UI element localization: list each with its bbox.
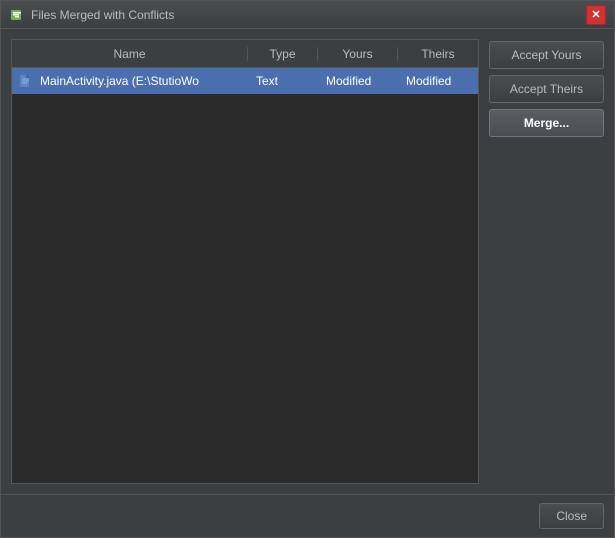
row-theirs: Modified (398, 74, 478, 88)
footer: Close (1, 494, 614, 537)
file-icon (16, 74, 36, 88)
col-header-yours: Yours (318, 47, 398, 61)
window-icon (9, 7, 25, 23)
titlebar: Files Merged with Conflicts ✕ (1, 1, 614, 29)
row-type: Text (248, 74, 318, 88)
table-body: MainActivity.java (E:\StutioWo Text Modi… (12, 68, 478, 483)
table-header: Name Type Yours Theirs (12, 40, 478, 68)
files-table: Name Type Yours Theirs (11, 39, 479, 484)
col-header-theirs: Theirs (398, 47, 478, 61)
main-window: Files Merged with Conflicts ✕ Name Type … (0, 0, 615, 538)
col-header-type: Type (248, 47, 318, 61)
accept-yours-button[interactable]: Accept Yours (489, 41, 604, 69)
close-button[interactable]: Close (539, 503, 604, 529)
table-row[interactable]: MainActivity.java (E:\StutioWo Text Modi… (12, 68, 478, 94)
accept-theirs-button[interactable]: Accept Theirs (489, 75, 604, 103)
close-title-button[interactable]: ✕ (586, 5, 606, 25)
window-title: Files Merged with Conflicts (31, 8, 586, 22)
action-buttons: Accept Yours Accept Theirs Merge... (489, 39, 604, 484)
row-yours: Modified (318, 74, 398, 88)
merge-button[interactable]: Merge... (489, 109, 604, 137)
col-header-name: Name (12, 47, 248, 61)
content-area: Name Type Yours Theirs (1, 29, 614, 494)
row-filename: MainActivity.java (E:\StutioWo (36, 74, 248, 88)
